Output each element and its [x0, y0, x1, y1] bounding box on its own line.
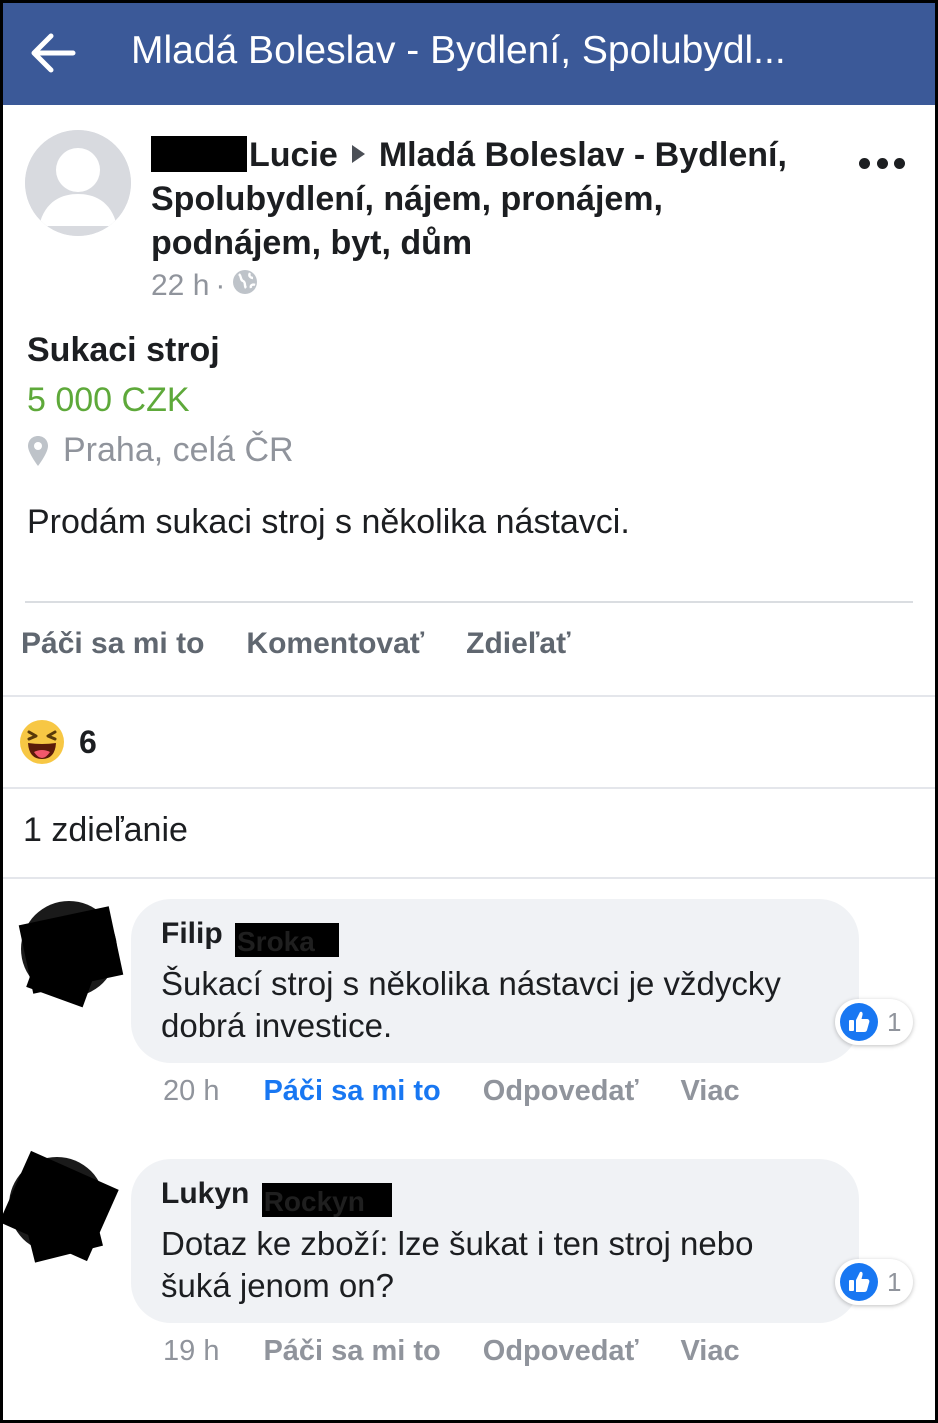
post-meta: 22 h · — [151, 268, 259, 304]
app-header: Mladá Boleslav - Bydlení, Spolubydl... — [3, 3, 935, 105]
divider — [3, 877, 935, 879]
comment-bubble: Lukyn Rockyn Dotaz ke zboží: lze šukat i… — [131, 1159, 859, 1323]
divider — [3, 787, 935, 789]
comment-like-count[interactable]: 1 — [835, 1259, 914, 1305]
listing-location: Praha, celá ČR — [27, 431, 294, 470]
comment-actions: 20 h Páči sa mi to Odpovedať Viac — [163, 1075, 782, 1108]
comment-actions: 19 h Páči sa mi to Odpovedať Viac — [163, 1335, 782, 1368]
post-time[interactable]: 22 h — [151, 269, 209, 303]
listing-price: 5 000 CZK — [27, 381, 190, 419]
comment-avatar[interactable] — [3, 1150, 119, 1263]
reaction-count: 6 — [79, 723, 97, 760]
redacted-surname: Sroka — [235, 923, 339, 957]
comment-text: Dotaz ke zboží: lze šukat i ten stroj ne… — [161, 1225, 754, 1304]
redacted-author-name — [151, 136, 247, 172]
comment-more-button[interactable]: Viac — [680, 1075, 739, 1108]
author-name[interactable]: Lucie — [249, 136, 338, 174]
comment-avatar[interactable] — [18, 901, 124, 1008]
comment-like-button[interactable]: Páči sa mi to — [263, 1075, 440, 1108]
share-button[interactable]: Zdieľať — [466, 627, 570, 661]
haha-reaction-icon — [20, 720, 64, 764]
header-title: Mladá Boleslav - Bydlení, Spolubydl... — [131, 29, 786, 72]
share-count[interactable]: 1 zdieľanie — [23, 811, 188, 850]
comment-author[interactable]: Filip Sroka — [161, 915, 829, 957]
comment-author[interactable]: Lukyn Rockyn — [161, 1175, 829, 1217]
listing-description: Prodám sukaci stroj s několika nástavci. — [27, 503, 630, 541]
thumbs-up-icon — [840, 1003, 878, 1041]
comment-time[interactable]: 20 h — [163, 1075, 219, 1108]
like-button[interactable]: Páči sa mi to — [21, 627, 204, 661]
comment-time[interactable]: 19 h — [163, 1335, 219, 1368]
redacted-surname: Rockyn — [261, 1183, 392, 1217]
author-avatar[interactable] — [25, 130, 131, 236]
caret-right-icon — [351, 145, 365, 163]
meta-separator: · — [215, 269, 226, 302]
divider — [3, 695, 935, 697]
comment-reply-button[interactable]: Odpovedať — [483, 1075, 639, 1108]
comment-bubble: Filip Sroka Šukací stroj s několika nást… — [131, 899, 859, 1063]
location-text: Praha, celá ČR — [63, 431, 294, 469]
comment-reply-button[interactable]: Odpovedať — [483, 1335, 639, 1368]
globe-icon — [231, 268, 259, 304]
comment-like-button[interactable]: Páči sa mi to — [263, 1335, 440, 1368]
reactions-summary[interactable]: 6 — [19, 719, 97, 765]
location-pin-icon — [28, 435, 48, 466]
post-actions: Páči sa mi to Komentovať Zdieľať — [21, 627, 570, 661]
divider — [25, 601, 913, 603]
comment-text: Šukací stroj s několika nástavci je vždy… — [161, 965, 781, 1044]
more-options-icon[interactable] — [859, 153, 905, 173]
back-arrow-icon[interactable] — [29, 31, 77, 75]
post-title: Lucie Mladá Boleslav - Bydlení, Spolubydl… — [151, 133, 831, 265]
thumbs-up-icon — [840, 1263, 878, 1301]
comment-button[interactable]: Komentovať — [246, 627, 424, 661]
comment-more-button[interactable]: Viac — [680, 1335, 739, 1368]
listing-title: Sukaci stroj — [27, 331, 220, 369]
comment-like-count[interactable]: 1 — [835, 999, 914, 1045]
screen: Mladá Boleslav - Bydlení, Spolubydl... L… — [3, 3, 935, 1420]
